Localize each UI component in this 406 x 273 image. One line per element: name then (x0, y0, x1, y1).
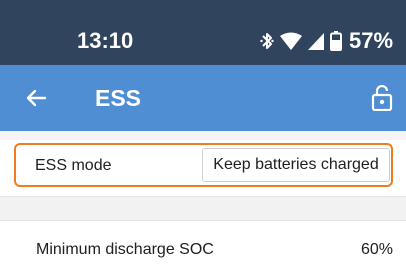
min-discharge-soc-label: Minimum discharge SOC (36, 241, 214, 258)
status-bar: 13:10 57% (0, 0, 406, 65)
status-time: 13:10 (77, 28, 134, 53)
status-icons: 57% (260, 27, 393, 55)
wifi-icon (280, 32, 302, 50)
min-discharge-soc-row[interactable]: Minimum discharge SOC 60% (0, 221, 406, 273)
battery-percent: 57% (349, 28, 394, 53)
unlocked-padlock-icon[interactable] (371, 84, 393, 112)
arrow-left-icon[interactable] (24, 86, 48, 110)
ess-mode-label: ESS mode (35, 157, 112, 174)
battery-icon (330, 31, 342, 51)
divider-top (0, 131, 406, 140)
app-bar: ESS (0, 65, 406, 131)
cellular-signal-icon (308, 32, 324, 50)
ess-mode-dropdown[interactable]: Keep batteries charged (202, 148, 390, 182)
page-title: ESS (95, 85, 142, 111)
ess-mode-row[interactable]: ESS mode Keep batteries charged (14, 143, 393, 187)
section-divider (0, 196, 406, 221)
bluetooth-icon (260, 31, 274, 51)
min-discharge-soc-value: 60% (360, 241, 393, 258)
